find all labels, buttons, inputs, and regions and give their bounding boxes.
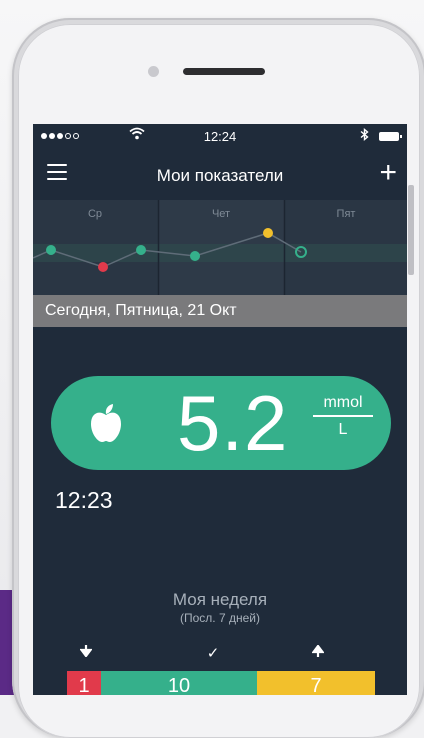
status-bar: 12:24: [33, 124, 407, 148]
earpiece-speaker: [183, 68, 265, 75]
week-stats-bar[interactable]: 1 10 7: [67, 671, 375, 695]
reading-time: 12:23: [55, 487, 113, 513]
glucose-value: 5.2: [177, 379, 289, 467]
apple-icon: [91, 404, 121, 442]
week-subtitle: (Посл. 7 дней): [180, 611, 260, 625]
chart-point-low: [98, 262, 108, 272]
arrow-up-icon: [308, 644, 328, 661]
chart-point-normal: [190, 251, 200, 261]
in-range-count: 10: [101, 671, 257, 695]
arrow-down-icon: [76, 644, 96, 661]
status-time: 12:24: [203, 129, 237, 144]
date-header: Сегодня, Пятница, 21 Окт: [45, 302, 237, 319]
week-title: Моя неделя: [172, 590, 268, 609]
chart-point-normal: [46, 245, 56, 255]
target-range-band: [33, 244, 407, 262]
unit-denominator: L: [338, 421, 348, 438]
unit-numerator: mmol: [313, 394, 373, 417]
page-title: Мои показатели: [156, 166, 284, 185]
chart-day-label: Ср: [88, 208, 102, 220]
date-header-bar: Сегодня, Пятница, 21 Окт: [33, 295, 407, 327]
battery-icon: [379, 132, 402, 141]
glucose-unit: mmol L: [313, 394, 373, 439]
plus-icon[interactable]: +: [379, 158, 397, 188]
checkmark-icon: ✓: [206, 645, 220, 662]
front-camera: [148, 66, 159, 77]
readings-chart-svg: Ср Чет Пят: [33, 200, 407, 295]
chart-point-high: [263, 228, 273, 238]
app-screen: 12:24 Мои показатели + Ср Чет Пят Сегодн…: [33, 124, 407, 695]
latest-reading-card[interactable]: 5.2 mmol L: [51, 376, 391, 470]
readings-chart[interactable]: Ср Чет Пят: [33, 200, 407, 295]
low-count: 1: [67, 671, 101, 695]
phone-side-button: [408, 185, 414, 275]
hamburger-menu-icon[interactable]: [47, 164, 67, 184]
high-count: 7: [257, 671, 375, 695]
nav-bar: Мои показатели +: [33, 154, 407, 198]
chart-point-normal: [136, 245, 146, 255]
chart-day-label: Пят: [337, 208, 356, 220]
chart-day-label: Чет: [212, 208, 230, 220]
bluetooth-icon: [360, 128, 369, 144]
